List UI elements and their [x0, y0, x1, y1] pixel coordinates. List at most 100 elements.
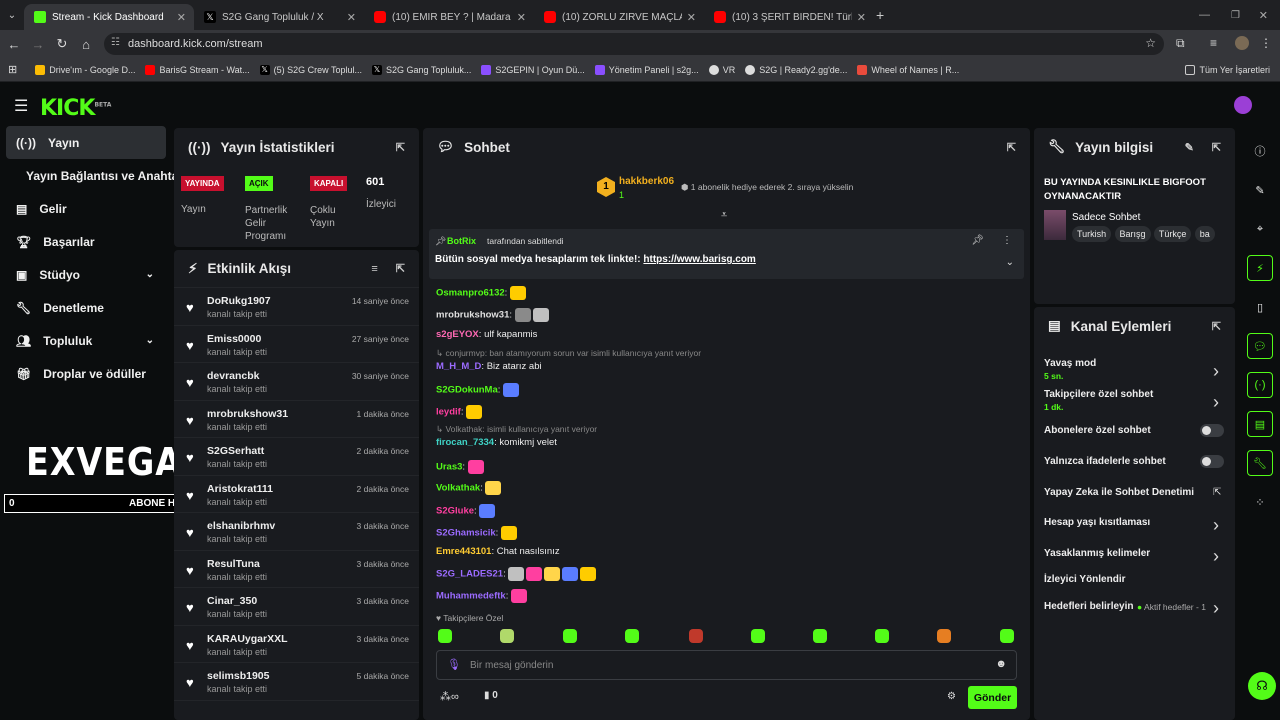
profile-avatar[interactable]	[1235, 36, 1249, 50]
unpin-icon[interactable]: 📌︎	[971, 235, 984, 246]
document-icon[interactable]: ▯	[1247, 294, 1273, 320]
chat-username[interactable]: S2Gluke	[436, 506, 474, 517]
activity-event[interactable]: ♥ selimsb1905 kanalı takip etti 5 dakika ön…	[174, 663, 419, 701]
extensions-icon[interactable]: ⧉	[1176, 36, 1185, 51]
minimize-icon[interactable]: —	[1199, 9, 1210, 21]
chat-username[interactable]: s2gEYOX	[436, 329, 479, 340]
chat-username[interactable]: firocan_7334	[436, 437, 494, 448]
microphone-icon[interactable]: 🎙︎	[447, 658, 461, 671]
close-icon[interactable]: ✕	[177, 11, 186, 24]
reload-icon[interactable]: ↻	[50, 36, 74, 52]
chat-username[interactable]: Emre443101	[436, 546, 491, 557]
tab-search-icon[interactable]: ⌄	[0, 10, 24, 21]
tag-chip[interactable]: Türkçe	[1153, 226, 1192, 242]
toggle-switch[interactable]	[1200, 424, 1224, 437]
browser-tab[interactable]: 𝕏 S2G Gang Topluluk / X ✕	[194, 4, 364, 30]
chat-username[interactable]: Uras3	[436, 462, 462, 473]
close-icon[interactable]: ✕	[857, 11, 866, 24]
sidebar-item-stream-key[interactable]: Yayın Bağlantısı ve Anahtarı	[0, 159, 186, 192]
back-icon[interactable]: ←	[2, 37, 26, 52]
bookmark-item[interactable]: Yönetim Paneli | s2g...	[594, 64, 699, 75]
chat-bubble-icon[interactable]: 💬︎	[1247, 333, 1273, 359]
popout-icon[interactable]: ⇱	[1007, 141, 1016, 154]
emote-icon[interactable]	[689, 629, 703, 643]
event-user[interactable]: Cinar_350	[207, 595, 257, 607]
action-row[interactable]: Abonelere özel sohbet	[1044, 425, 1151, 436]
chevron-right-icon[interactable]: ›	[1213, 546, 1219, 567]
action-row[interactable]: Yapay Zeka ile Sohbet Denetimi	[1044, 487, 1194, 498]
kick-logo[interactable]: KICKBETA	[40, 96, 111, 121]
lightning-icon[interactable]: ⚡︎	[1247, 255, 1273, 281]
action-row[interactable]: Yalnızca ifadelerle sohbet	[1044, 456, 1166, 467]
emote-icon[interactable]	[813, 629, 827, 643]
sidebar-item-studyo[interactable]: ▣ Stüdyo ⌄	[0, 258, 172, 291]
activity-event[interactable]: ♥ Aristokrat111 kanalı takip etti 2 dakika …	[174, 476, 419, 513]
chat-username[interactable]: S2G_LADES21	[436, 569, 503, 580]
action-row[interactable]: Hesap yaşı kısıtlaması	[1044, 517, 1150, 528]
url-field[interactable]: ☷ dashboard.kick.com/stream ☆	[104, 33, 1164, 55]
emote-icon[interactable]	[625, 629, 639, 643]
sidebar-item-denetleme[interactable]: 🔧︎ Denetleme	[0, 291, 172, 324]
chat-username[interactable]: Osmanpro6132	[436, 288, 505, 299]
bookmark-item[interactable]: VR	[708, 64, 735, 75]
event-user[interactable]: Aristokrat111	[207, 483, 273, 495]
actions-icon[interactable]: ▤	[1247, 411, 1273, 437]
emote-icon[interactable]	[438, 629, 452, 643]
send-button[interactable]: Gönder	[968, 686, 1017, 709]
points-icon[interactable]: ⁂∞	[440, 690, 459, 703]
browser-tab[interactable]: (10) 3 ŞERİT BİRDEN! Türkiye'd... ✕	[704, 4, 874, 30]
emote-icon[interactable]	[751, 629, 765, 643]
browser-tab[interactable]: (10) ZORLU ZİRVE MAÇLARI! H... ✕	[534, 4, 704, 30]
bookmark-item[interactable]: Drive'ım - Google D...	[35, 64, 135, 75]
pinned-link[interactable]: https://www.barisg.com	[643, 254, 755, 265]
tag-chip[interactable]: Barışg	[1114, 226, 1151, 242]
sidebar-item-yayin[interactable]: ((·)) Yayın	[6, 126, 166, 159]
chat-username[interactable]: M_H_M_D	[436, 361, 481, 372]
action-row[interactable]: Yavaş mod 5 sn.	[1044, 358, 1096, 381]
emote-icon[interactable]	[563, 629, 577, 643]
activity-event[interactable]: ♥ Emiss0000 kanalı takip etti 27 saniye önc…	[174, 326, 419, 363]
category-thumbnail[interactable]	[1044, 210, 1066, 240]
activity-event[interactable]: ♥ Cinar_350 kanalı takip etti 3 dakika önce	[174, 588, 419, 626]
activity-event[interactable]: ♥ ResulTuna kanalı takip etti 3 dakika önce	[174, 551, 419, 588]
edit-pencil-icon[interactable]: ✎	[1185, 141, 1194, 154]
chevron-right-icon[interactable]: ›	[1213, 515, 1219, 536]
site-info-icon[interactable]: ☷	[111, 37, 120, 48]
popout-icon[interactable]: ⇱	[396, 262, 405, 275]
chat-username[interactable]: S2Ghamsicik	[436, 528, 496, 539]
bookmark-item[interactable]: S2GEPIN | Oyun Dü...	[481, 64, 585, 75]
forward-icon[interactable]: →	[26, 37, 50, 52]
gift-prompt[interactable]: ⬢ 1 abonelik hediye ederek 2. sıraya yük…	[681, 182, 853, 193]
chat-username[interactable]: Volkathak	[436, 483, 480, 494]
pinned-by-user[interactable]: BotRix	[447, 236, 476, 246]
chat-input[interactable]: 🎙︎ Bir mesaj gönderin ☻	[436, 650, 1017, 680]
bookmark-item[interactable]: BarisG Stream - Wat...	[145, 64, 250, 75]
activity-event[interactable]: ♥ elshanibrhmv kanalı takip etti 3 dakika ö…	[174, 513, 419, 551]
category-name[interactable]: Sadece Sohbet	[1072, 212, 1140, 223]
popout-icon[interactable]: ⇱	[396, 141, 405, 154]
expand-icon[interactable]: ⩡	[721, 209, 727, 222]
hamburger-menu-icon[interactable]: ☰	[14, 96, 28, 116]
sidebar-item-basarilar[interactable]: 🏆︎ Başarılar	[0, 225, 172, 258]
restore-icon[interactable]: ❐	[1231, 10, 1240, 21]
emote-icon[interactable]	[937, 629, 951, 643]
tag-chip[interactable]: ba	[1194, 226, 1215, 242]
popout-icon[interactable]: ⇱	[1212, 320, 1221, 333]
external-link-icon[interactable]: ⇱	[1213, 487, 1221, 498]
action-row[interactable]: Yasaklanmış kelimeler	[1044, 548, 1150, 559]
bookmark-item[interactable]: S2G | Ready2.gg'de...	[745, 64, 847, 75]
event-user[interactable]: KARAUygarXXL	[207, 633, 288, 645]
clip-icon[interactable]: ⌖	[1247, 216, 1273, 242]
activity-event[interactable]: ♥ S2GSerhatt kanalı takip etti 2 dakika önc…	[174, 438, 419, 476]
new-tab-icon[interactable]: +	[876, 7, 884, 23]
tag-chip[interactable]: Turkish	[1072, 226, 1112, 242]
gift-leader-name[interactable]: hakkberk06	[619, 176, 674, 187]
event-user[interactable]: devrancbk	[207, 370, 260, 382]
filter-icon[interactable]: ≡	[371, 263, 377, 275]
action-row[interactable]: İzleyici Yönlendir	[1044, 574, 1126, 585]
all-bookmarks[interactable]: Tüm Yer İşaretleri	[1185, 64, 1270, 75]
event-user[interactable]: ResulTuna	[207, 558, 260, 570]
bookmark-star-icon[interactable]: ☆	[1145, 36, 1156, 50]
popout-icon[interactable]: ⇱	[1212, 141, 1221, 154]
browser-tab[interactable]: Stream - Kick Dashboard ✕	[24, 4, 194, 30]
